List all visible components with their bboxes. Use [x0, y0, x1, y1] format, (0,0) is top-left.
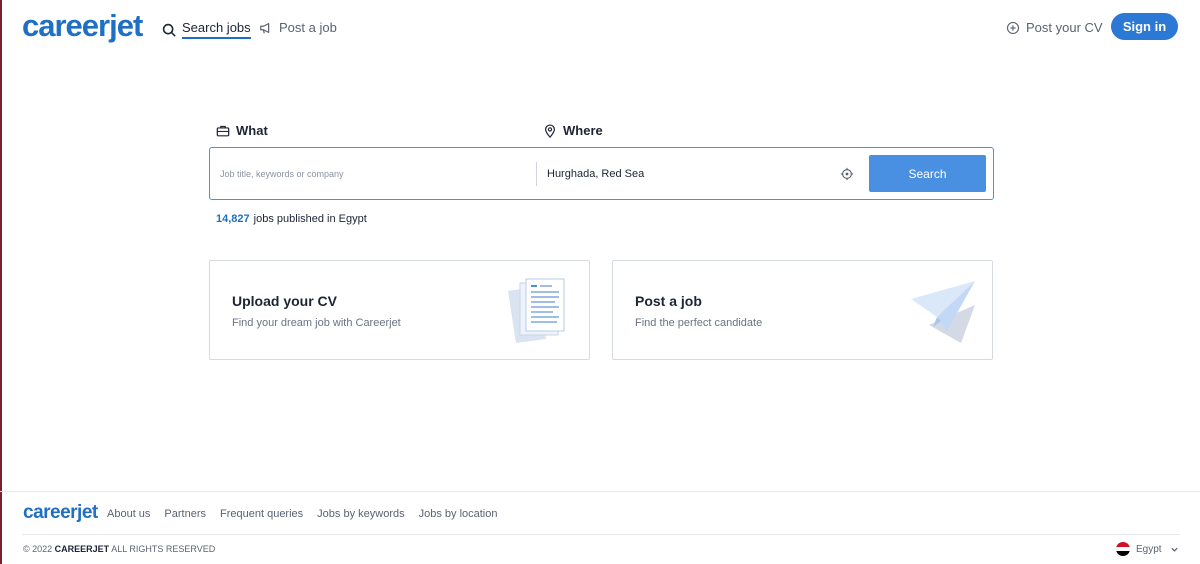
map-pin-icon: [545, 123, 555, 138]
footer-link-about-us[interactable]: About us: [107, 508, 150, 520]
where-input[interactable]: [547, 162, 827, 186]
jobs-count-number[interactable]: 14,827: [216, 213, 250, 225]
footer-link-jobs-by-location[interactable]: Jobs by location: [419, 508, 498, 520]
country-label: Egypt: [1136, 543, 1162, 555]
search-button[interactable]: Search: [869, 155, 986, 192]
sign-in-button[interactable]: Sign in: [1111, 13, 1178, 40]
copyright-brand: CAREERJET: [54, 544, 110, 554]
footer-link-jobs-by-keywords[interactable]: Jobs by keywords: [317, 508, 404, 520]
post-job-card-subtitle: Find the perfect candidate: [635, 317, 763, 329]
jobs-count: 14,827 jobs published in Egypt: [216, 213, 367, 225]
footer-careerjet-logo[interactable]: careerjet: [23, 502, 98, 524]
what-field-label: What: [216, 123, 268, 138]
post-cv-link[interactable]: Post your CV: [1006, 20, 1103, 35]
footer-inner-divider: [22, 534, 1180, 535]
site-header: careerjet Search jobs Post a job Post yo…: [0, 0, 1200, 56]
plus-circle-icon: [1006, 21, 1020, 34]
upload-cv-card-subtitle: Find your dream job with Careerjet: [232, 317, 401, 329]
crosshair-icon[interactable]: [840, 167, 854, 181]
copyright-prefix: © 2022: [23, 544, 53, 554]
post-job-card-title: Post a job: [635, 293, 702, 309]
what-input[interactable]: [220, 162, 530, 186]
jobs-count-text: jobs published in Egypt: [253, 213, 367, 225]
what-label-text: What: [236, 123, 268, 138]
where-label-text: Where: [563, 123, 603, 138]
document-stack-icon: [508, 278, 565, 343]
copyright-suffix: ALL RIGHTS RESERVED: [111, 544, 216, 554]
megaphone-icon: [260, 22, 270, 33]
footer-link-frequent-queries[interactable]: Frequent queries: [220, 508, 303, 520]
paper-plane-icon: [911, 281, 975, 343]
chevron-down-icon: [1170, 547, 1178, 552]
upload-cv-card[interactable]: Upload your CV Find your dream job with …: [209, 260, 590, 360]
search-form: Search: [209, 147, 994, 200]
nav-search-jobs[interactable]: Search jobs: [162, 20, 251, 39]
upload-cv-card-title: Upload your CV: [232, 293, 338, 309]
footer-link-partners[interactable]: Partners: [164, 508, 206, 520]
page-left-border: [0, 0, 2, 564]
careerjet-logo[interactable]: careerjet: [22, 8, 143, 44]
nav-post-a-job[interactable]: Post a job: [259, 20, 337, 35]
nav-search-jobs-label: Search jobs: [182, 20, 251, 39]
post-job-card[interactable]: Post a job Find the perfect candidate: [612, 260, 993, 360]
search-field-divider: [536, 162, 537, 186]
egypt-flag-icon: [1116, 542, 1130, 556]
briefcase-icon: [216, 125, 230, 136]
footer-divider: [0, 491, 1200, 492]
country-selector[interactable]: Egypt: [1116, 542, 1179, 556]
footer-links: About us Partners Frequent queries Jobs …: [107, 508, 498, 520]
nav-post-a-job-label: Post a job: [279, 20, 337, 35]
where-field-label: Where: [543, 123, 603, 138]
copyright: © 2022 CAREERJET ALL RIGHTS RESERVED: [23, 544, 215, 554]
post-cv-label: Post your CV: [1026, 20, 1103, 35]
search-icon: [162, 23, 176, 36]
